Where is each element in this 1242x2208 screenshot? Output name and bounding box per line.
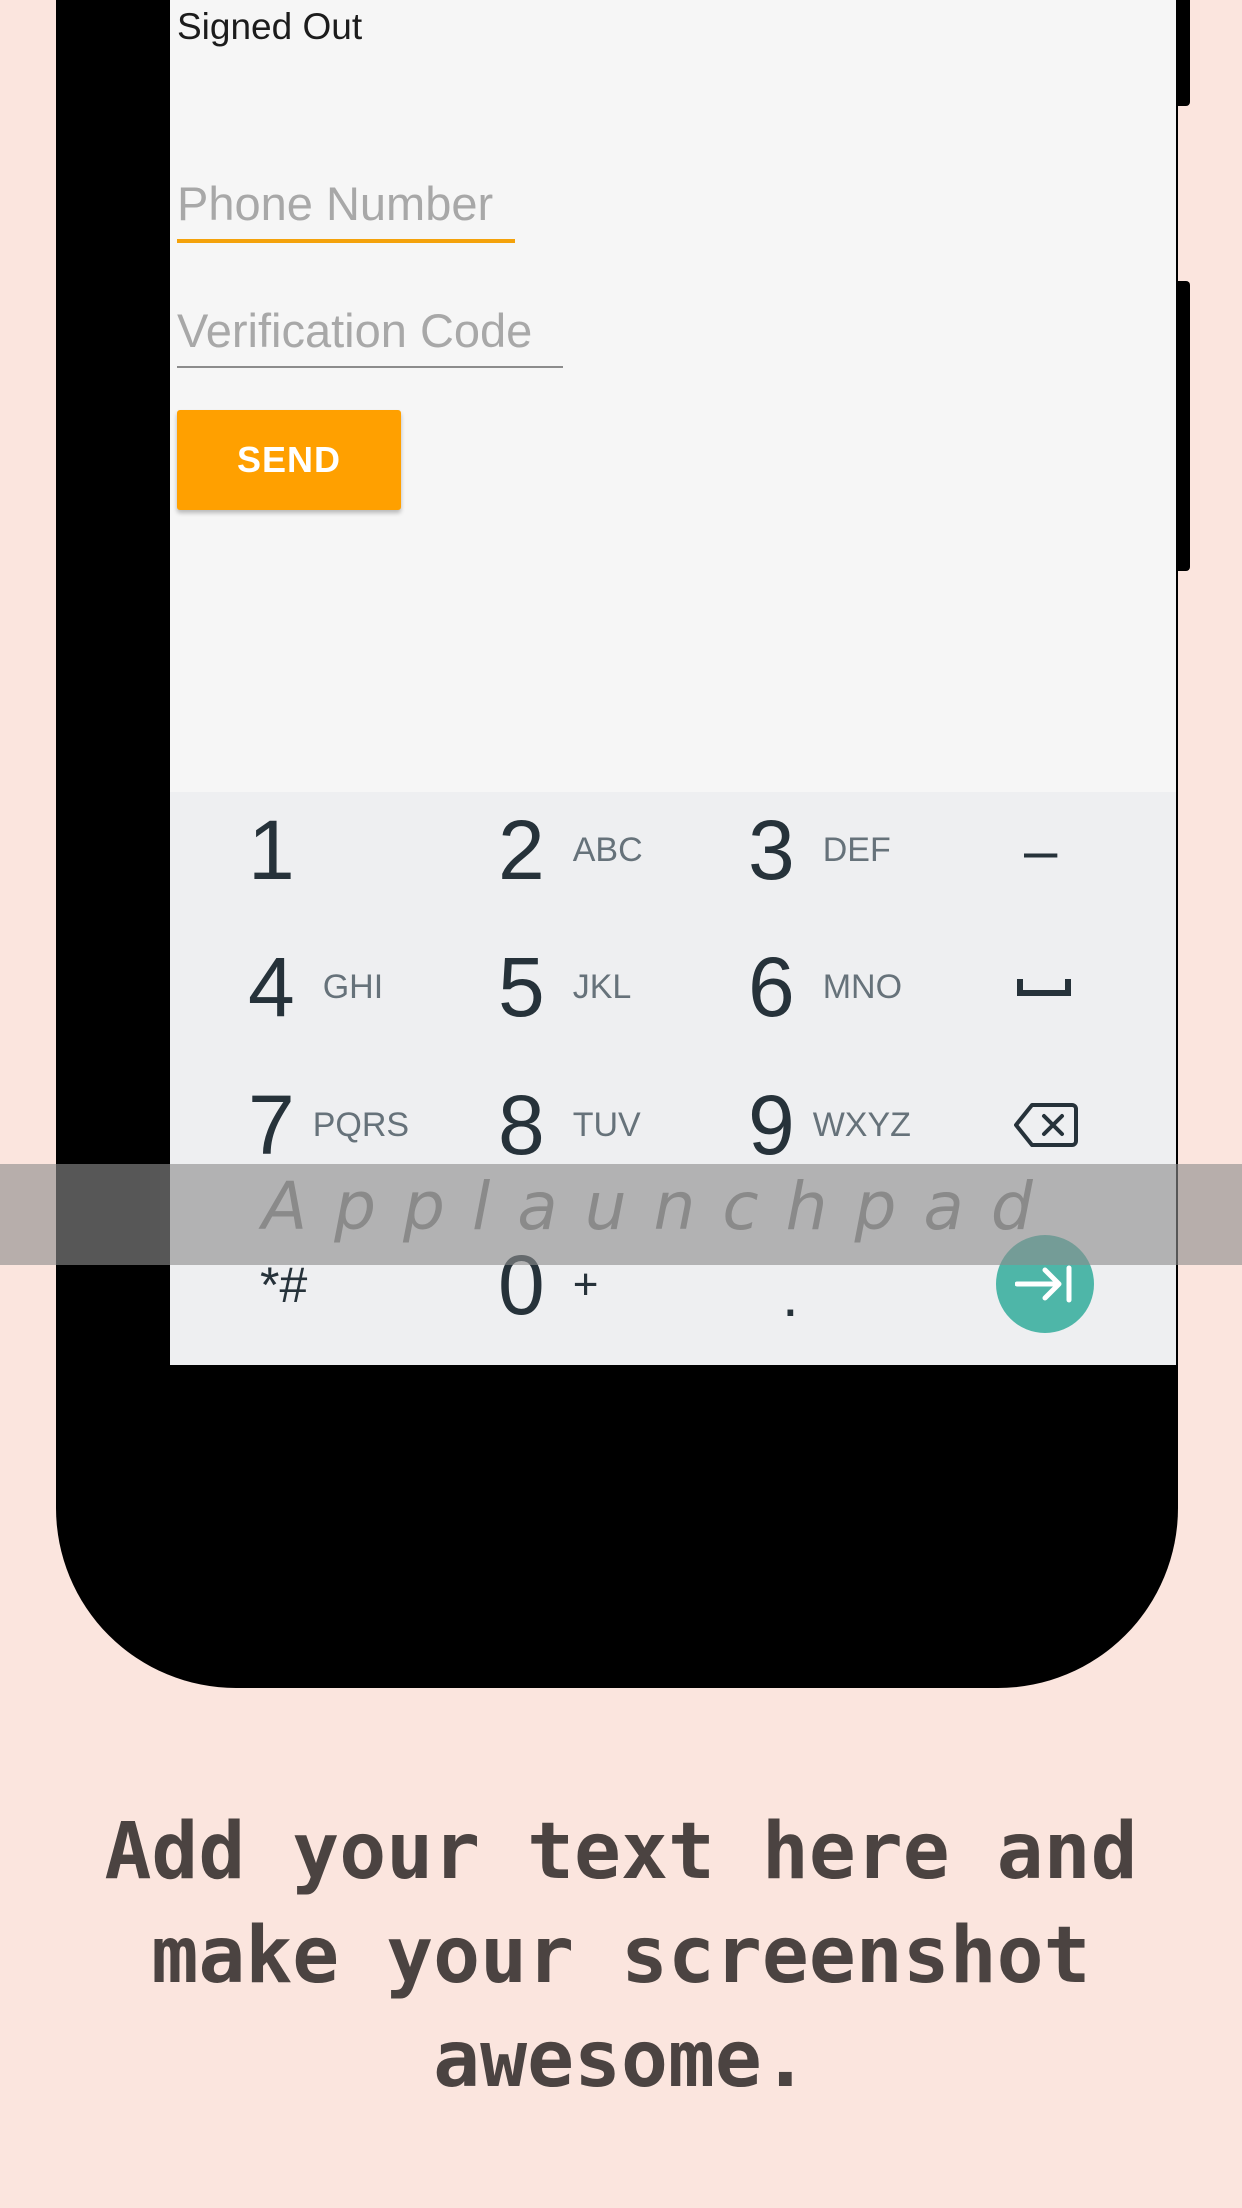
send-button[interactable]: SEND	[177, 410, 401, 510]
backspace-icon	[1014, 1103, 1078, 1147]
phone-volume-button	[1178, 281, 1190, 571]
space-key[interactable]	[1016, 932, 1072, 1042]
app-screen: Signed Out Phone Number Verification Cod…	[170, 0, 1176, 1365]
key-digit: 6	[748, 939, 795, 1034]
numeric-keyboard: 1 2 ABC 3 DEF – 4 GHI 5 JKL 6 MNO 7 PQRS…	[170, 792, 1176, 1365]
key-digit: 8	[498, 1077, 545, 1172]
key-letters: DEF	[822, 830, 891, 869]
key-letters: ABC	[572, 830, 643, 869]
caption-line: awesome.	[433, 2015, 809, 2105]
key-digit: .	[782, 1261, 799, 1329]
phone-side-button	[1178, 0, 1190, 106]
key-3[interactable]: 3 DEF	[748, 795, 891, 905]
key-5[interactable]: 5 JKL	[498, 932, 631, 1042]
caption-line: make your screenshot	[151, 1911, 1091, 2001]
key-digit: 1	[248, 802, 295, 897]
key-digit: 5	[498, 939, 545, 1034]
key-digit: –	[1024, 816, 1058, 884]
key-dash[interactable]: –	[1024, 795, 1057, 905]
key-2[interactable]: 2 ABC	[498, 795, 643, 905]
promo-caption: Add your text here and make your screens…	[0, 1800, 1242, 2112]
key-letters: GHI	[322, 967, 384, 1006]
auth-status-label: Signed Out	[177, 6, 363, 47]
phone-number-input[interactable]: Phone Number	[177, 176, 515, 243]
key-4[interactable]: 4 GHI	[248, 932, 383, 1042]
key-digit: 9	[748, 1077, 795, 1172]
key-letters: TUV	[572, 1105, 641, 1144]
key-letters: WXYZ	[812, 1105, 911, 1144]
key-digit: 3	[748, 802, 795, 897]
space-bar-icon	[1017, 979, 1071, 996]
verification-code-input[interactable]: Verification Code	[177, 303, 563, 368]
key-letters: JKL	[572, 967, 632, 1006]
key-digit: 4	[248, 939, 295, 1034]
key-1[interactable]: 1	[248, 795, 295, 905]
key-6[interactable]: 6 MNO	[748, 932, 902, 1042]
key-letters: MNO	[822, 967, 903, 1006]
key-letters: PQRS	[312, 1105, 410, 1144]
next-arrow-icon	[1015, 1265, 1072, 1303]
watermark-text: Applaunchpad	[262, 1168, 1060, 1245]
key-digit: 2	[498, 802, 545, 897]
key-letters: +	[572, 1260, 599, 1309]
key-digit: 7	[248, 1077, 295, 1172]
caption-line: Add your text here and	[104, 1807, 1138, 1897]
phone-frame: Signed Out Phone Number Verification Cod…	[56, 0, 1190, 1688]
